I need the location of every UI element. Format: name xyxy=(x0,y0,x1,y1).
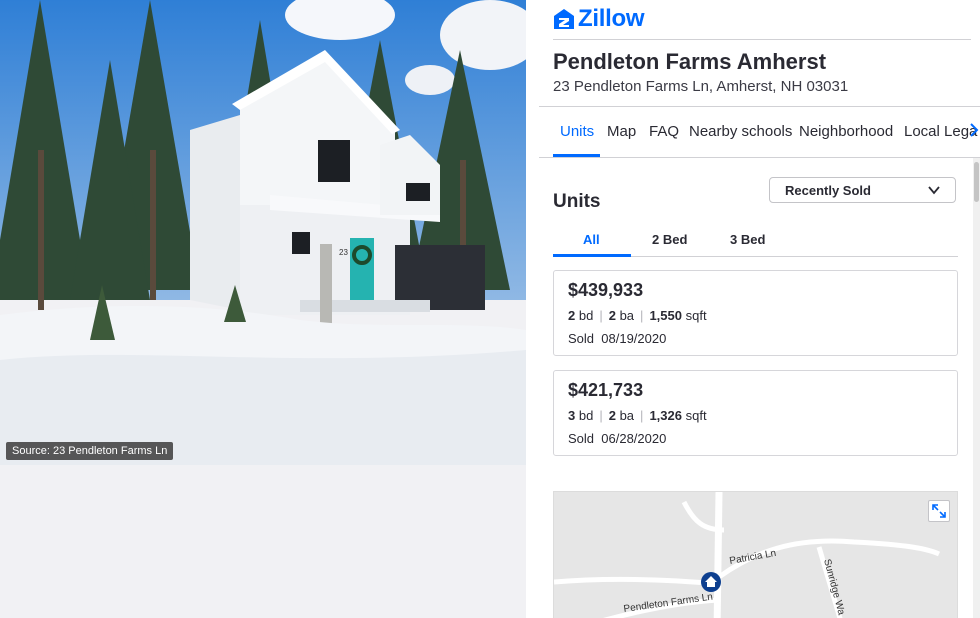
zillow-logo-icon xyxy=(554,9,574,29)
sold-filter-dropdown[interactable]: Recently Sold xyxy=(769,177,956,203)
property-photo[interactable]: 23 xyxy=(0,0,526,465)
unit-sqft: 1,326 xyxy=(649,408,682,423)
expand-icon xyxy=(932,504,946,518)
fact-separator: | xyxy=(640,408,644,423)
unit-sqft: 1,550 xyxy=(649,308,682,323)
expand-map-button[interactable] xyxy=(928,500,950,522)
unit-facts: 3 bd | 2 ba | 1,326 sqft xyxy=(568,408,707,423)
dropdown-value: Recently Sold xyxy=(785,182,871,198)
chevron-down-icon xyxy=(928,186,940,195)
property-address: 23 Pendleton Farms Ln, Amherst, NH 03031 xyxy=(553,78,849,95)
location-map[interactable]: Patricia Ln Pendleton Farms Ln Sunridge … xyxy=(553,491,958,618)
fact-separator: | xyxy=(599,408,603,423)
active-bed-tab-indicator xyxy=(553,254,631,257)
unit-beds: 3 xyxy=(568,408,576,423)
chevron-right-icon[interactable] xyxy=(969,122,979,143)
unit-beds: 2 xyxy=(568,308,576,323)
unit-beds-label: bd xyxy=(578,408,594,423)
unit-card[interactable]: $421,733 3 bd | 2 ba | 1,326 sqft Sold 06/28… xyxy=(553,370,958,456)
property-title: Pendleton Farms Amherst xyxy=(553,49,827,74)
unit-price: $421,733 xyxy=(568,380,644,400)
unit-baths-label: ba xyxy=(619,308,635,323)
unit-sold-date: Sold 08/19/2020 xyxy=(568,331,666,346)
unit-status: Sold xyxy=(568,431,595,446)
unit-baths-label: ba xyxy=(619,408,635,423)
zillow-wordmark: Zillow xyxy=(578,5,645,32)
photo-pane: 23 Source: 23 Pendleton Farms Ln xyxy=(0,0,526,618)
tab-faq[interactable]: FAQ xyxy=(649,123,679,140)
unit-price: $439,933 xyxy=(568,280,644,300)
zillow-logo[interactable]: Zillow xyxy=(553,5,645,32)
unit-beds-label: bd xyxy=(578,308,594,323)
tab-local-legal[interactable]: Local Lega xyxy=(904,123,977,140)
unit-sqft-label: sqft xyxy=(685,408,707,423)
tab-units[interactable]: Units xyxy=(560,123,594,140)
house-number: 23 xyxy=(339,248,348,257)
section-tabs: Units Map FAQ Nearby schools Neighborhoo… xyxy=(539,107,980,157)
unit-baths: 2 xyxy=(608,408,616,423)
unit-date: 08/19/2020 xyxy=(601,331,667,346)
scrollbar[interactable] xyxy=(973,158,980,618)
bed-tab-all[interactable]: All xyxy=(583,232,600,247)
unit-baths: 2 xyxy=(608,308,616,323)
divider xyxy=(553,39,971,40)
details-pane: Zillow Pendleton Farms Amherst 23 Pendle… xyxy=(539,0,980,618)
home-marker-icon[interactable] xyxy=(701,572,721,592)
scrollbar-thumb[interactable] xyxy=(974,162,979,202)
bed-tab-2-bed[interactable]: 2 Bed xyxy=(652,232,687,247)
bed-filter-tabs: All 2 Bed 3 Bed xyxy=(553,220,958,257)
unit-sqft-label: sqft xyxy=(685,308,707,323)
tab-neighborhood[interactable]: Neighborhood xyxy=(799,123,893,140)
bed-tab-3-bed[interactable]: 3 Bed xyxy=(730,232,765,247)
unit-card[interactable]: $439,933 2 bd | 2 ba | 1,550 sqft Sold 08/19… xyxy=(553,270,958,356)
units-heading: Units xyxy=(553,191,601,212)
unit-date: 06/28/2020 xyxy=(601,431,667,446)
units-panel: Units Recently Sold All 2 Bed 3 Bed $439… xyxy=(539,158,980,618)
photo-source-label: Source: 23 Pendleton Farms Ln xyxy=(6,442,174,460)
tab-map[interactable]: Map xyxy=(607,123,636,140)
tab-nearby-schools[interactable]: Nearby schools xyxy=(689,123,792,140)
unit-sold-date: Sold 06/28/2020 xyxy=(568,431,666,446)
fact-separator: | xyxy=(640,308,644,323)
unit-facts: 2 bd | 2 ba | 1,550 sqft xyxy=(568,308,707,323)
unit-status: Sold xyxy=(568,331,595,346)
fact-separator: | xyxy=(599,308,603,323)
